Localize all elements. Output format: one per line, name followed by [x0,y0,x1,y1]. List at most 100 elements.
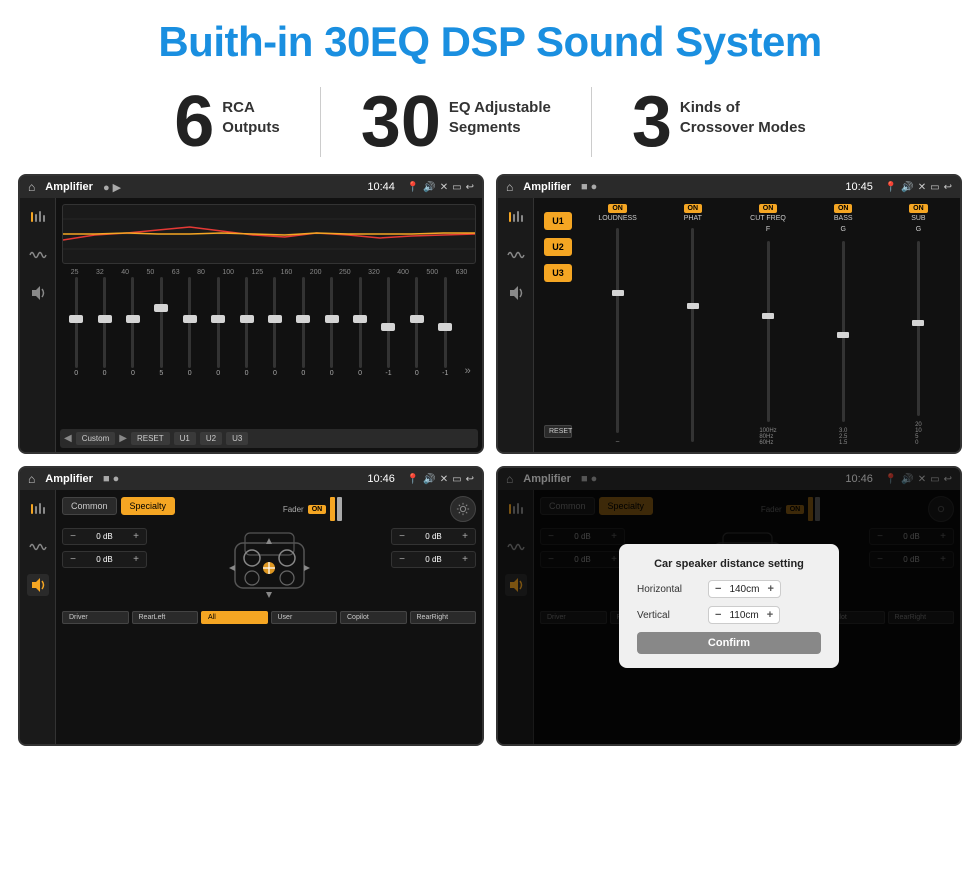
rearright-button[interactable]: RearRight [410,611,477,624]
close-icon-3[interactable]: ✕ [440,474,448,485]
all-button[interactable]: All [201,611,268,624]
eq-slider-6[interactable]: 0 [238,277,256,377]
u2-button[interactable]: U2 [200,432,222,445]
stat-eq-label2: Segments [449,118,551,138]
eq-graph [62,204,476,264]
left-db2-plus[interactable]: + [130,554,142,565]
driver-button[interactable]: Driver [62,611,129,624]
vertical-plus[interactable]: + [767,609,773,621]
specialty-tab[interactable]: Specialty [121,497,176,515]
wave-icon-2[interactable] [505,244,527,266]
wave-icon-3[interactable] [27,536,49,558]
eq-icon-3[interactable] [27,498,49,520]
phat-label: PHAT [684,215,702,222]
home-icon-2[interactable]: ⌂ [506,180,513,194]
vertical-minus[interactable]: − [715,609,721,621]
fader-slider-2[interactable] [337,497,342,521]
settings-icon[interactable] [450,496,476,522]
horizontal-minus[interactable]: − [715,583,721,595]
home-icon-3[interactable]: ⌂ [28,472,35,486]
reset-button-2[interactable]: RESET [544,425,572,438]
screen-dialog: ⌂ Amplifier ■ ● 10:46 📍 🔊 ✕ ▭ ↩ [496,466,962,746]
screen-body-3: Common Specialty Fader ON [20,490,482,744]
u1-channel-button[interactable]: U1 [544,212,572,230]
u3-button[interactable]: U3 [226,432,248,445]
phat-slider[interactable] [691,228,694,442]
sub-on[interactable]: ON [909,204,928,213]
user-button[interactable]: User [271,611,338,624]
eq-slider-2[interactable]: 0 [124,277,142,377]
eq-slider-0[interactable]: 0 [67,277,85,377]
eq-slider-8[interactable]: 0 [294,277,312,377]
phat-on[interactable]: ON [684,204,703,213]
dialog-vertical-row: Vertical − 110cm + [637,606,821,624]
custom-button[interactable]: Custom [76,432,116,445]
cutfreq-on[interactable]: ON [759,204,778,213]
dialog-title: Car speaker distance setting [637,558,821,570]
close-icon-2[interactable]: ✕ [918,182,926,193]
reset-button[interactable]: RESET [131,432,170,445]
expand-icon[interactable]: » [465,365,471,377]
left-db2-val: 0 dB [82,555,127,564]
eq-icon-2[interactable] [505,206,527,228]
left-sidebar-3 [20,490,56,744]
back-icon[interactable]: ↩ [466,182,474,193]
right-db1-plus[interactable]: + [459,531,471,542]
u2-channel-button[interactable]: U2 [544,238,572,256]
eq-slider-9[interactable]: 0 [323,277,341,377]
home-icon-1[interactable]: ⌂ [28,180,35,194]
eq-slider-1[interactable]: 0 [96,277,114,377]
eq-slider-12[interactable]: 0 [408,277,426,377]
back-icon-2[interactable]: ↩ [944,182,952,193]
eq-slider-7[interactable]: 0 [266,277,284,377]
eq-slider-4[interactable]: 0 [181,277,199,377]
status-icons-1: 📍 🔊 ✕ ▭ ↩ [407,182,474,193]
eq-icon[interactable] [27,206,49,228]
right-db2-val: 0 dB [411,555,456,564]
right-db2-minus[interactable]: − [396,554,408,565]
eq-slider-5[interactable]: 0 [209,277,227,377]
speaker-icon-2[interactable] [505,282,527,304]
left-db1-minus[interactable]: − [67,531,79,542]
rearleft-button[interactable]: RearLeft [132,611,199,624]
bass-slider[interactable] [842,241,845,422]
sub-slider[interactable] [917,241,920,416]
speaker-icon-3[interactable] [27,574,49,596]
eq-slider-3[interactable]: 5 [152,277,170,377]
right-db2-plus[interactable]: + [459,554,471,565]
u1-button[interactable]: U1 [174,432,196,445]
loudness-slider[interactable] [616,228,619,433]
fader-on-badge[interactable]: ON [308,505,327,514]
window-icon-3[interactable]: ▭ [452,474,461,485]
left-sidebar-2 [498,198,534,452]
status-bar-3: ⌂ Amplifier ■ ● 10:46 📍 🔊 ✕ ▭ ↩ [20,468,482,490]
status-dots-1: ● ▶ [103,181,121,194]
back-icon-3[interactable]: ↩ [466,474,474,485]
next-button[interactable]: ▶ [119,433,127,444]
prev-button[interactable]: ◀ [64,433,72,444]
screen-body-1: 2532 4050 6380 100125 160200 250320 4005… [20,198,482,452]
horizontal-plus[interactable]: + [767,583,773,595]
left-db1-plus[interactable]: + [130,531,142,542]
copilot-button[interactable]: Copilot [340,611,407,624]
wave-icon[interactable] [27,244,49,266]
horizontal-control: − 140cm + [708,580,781,598]
loudness-on[interactable]: ON [608,204,627,213]
eq-slider-10[interactable]: 0 [351,277,369,377]
eq-slider-13[interactable]: -1 [436,277,454,377]
cutfreq-slider[interactable] [767,241,770,422]
window-icon-2[interactable]: ▭ [930,182,939,193]
close-icon[interactable]: ✕ [440,182,448,193]
screen-fader: ⌂ Amplifier ■ ● 10:46 📍 🔊 ✕ ▭ ↩ [18,466,484,746]
confirm-button[interactable]: Confirm [637,632,821,654]
speaker-icon[interactable] [27,282,49,304]
app-title-3: Amplifier [45,473,93,485]
fader-slider-1[interactable] [330,497,335,521]
common-tab[interactable]: Common [62,497,117,515]
right-db1-minus[interactable]: − [396,531,408,542]
u3-channel-button[interactable]: U3 [544,264,572,282]
left-db2-minus[interactable]: − [67,554,79,565]
window-icon[interactable]: ▭ [452,182,461,193]
eq-slider-11[interactable]: -1 [379,277,397,377]
bass-on[interactable]: ON [834,204,853,213]
